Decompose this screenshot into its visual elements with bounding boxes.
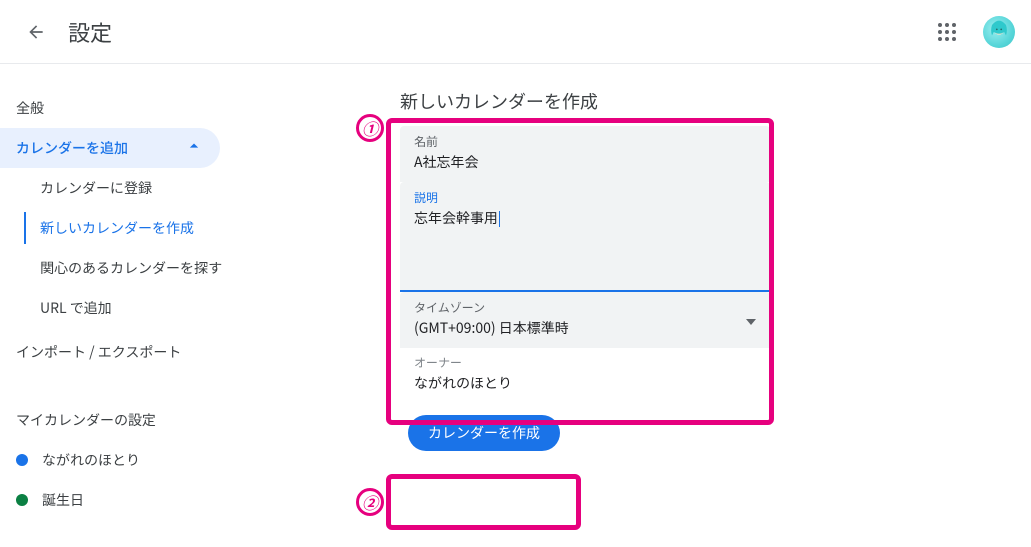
color-dot-icon: [16, 454, 28, 466]
text-caret-icon: [499, 211, 500, 227]
create-calendar-button[interactable]: カレンダーを作成: [408, 415, 560, 451]
page-title: 設定: [68, 16, 112, 48]
sidebar-item-label: カレンダーを追加: [16, 138, 128, 158]
dropdown-caret-icon: [746, 300, 756, 332]
description-label: 説明: [414, 190, 756, 206]
sidebar-item-create-new[interactable]: 新しいカレンダーを作成: [0, 208, 260, 248]
apps-icon: [938, 23, 956, 41]
avatar[interactable]: [983, 16, 1015, 48]
header: 設定: [0, 0, 1031, 64]
name-label: 名前: [414, 134, 756, 150]
avatar-icon: [985, 18, 1013, 46]
body: 全般 カレンダーを追加 カレンダーに登録 新しいカレンダーを作成 関心のあるカレ…: [0, 64, 1031, 547]
form-column: 新しいカレンダーを作成 名前 A社忘年会 説明 忘年会幹事用 タイムゾーン (G…: [400, 88, 770, 451]
timezone-label: タイムゾーン: [414, 300, 746, 316]
sidebar-item-browse[interactable]: 関心のあるカレンダーを探す: [0, 248, 260, 288]
arrow-left-icon: [26, 22, 46, 42]
main: ① ② 新しいカレンダーを作成 名前 A社忘年会 説明 忘年会幹事用 タイムゾー…: [260, 64, 1031, 547]
sidebar-item-import-export[interactable]: インポート / エクスポート: [0, 332, 260, 372]
chevron-up-icon: [184, 136, 204, 161]
owner-block: オーナー ながれのほとり: [400, 354, 770, 393]
sidebar-item-label: 誕生日: [42, 490, 84, 510]
owner-label: オーナー: [414, 354, 770, 371]
description-value: 忘年会幹事用: [414, 208, 756, 228]
description-field[interactable]: 説明 忘年会幹事用: [400, 182, 770, 292]
sidebar-item-add-calendar[interactable]: カレンダーを追加: [0, 128, 220, 168]
owner-value: ながれのほとり: [414, 373, 770, 393]
annotation-badge-1: ①: [356, 114, 384, 142]
sidebar-item-general[interactable]: 全般: [0, 88, 260, 128]
name-field[interactable]: 名前 A社忘年会: [400, 126, 770, 182]
sidebar-item-subscribe[interactable]: カレンダーに登録: [0, 168, 260, 208]
form-heading: 新しいカレンダーを作成: [400, 88, 770, 114]
name-value: A社忘年会: [414, 152, 756, 172]
back-button[interactable]: [16, 12, 56, 52]
color-dot-icon: [16, 494, 28, 506]
timezone-field[interactable]: タイムゾーン (GMT+09:00) 日本標準時: [400, 292, 770, 348]
annotation-highlight-2: [386, 474, 581, 530]
timezone-value: (GMT+09:00) 日本標準時: [414, 318, 746, 338]
sidebar: 全般 カレンダーを追加 カレンダーに登録 新しいカレンダーを作成 関心のあるカレ…: [0, 64, 260, 547]
apps-button[interactable]: [927, 12, 967, 52]
sidebar-calendar-primary[interactable]: ながれのほとり: [0, 440, 260, 480]
header-right: [927, 12, 1015, 52]
sidebar-item-url-add[interactable]: URL で追加: [0, 288, 260, 328]
annotation-badge-2: ②: [356, 488, 384, 516]
sidebar-item-label: ながれのほとり: [42, 450, 140, 470]
sidebar-calendar-birthdays[interactable]: 誕生日: [0, 480, 260, 520]
sidebar-section-my-calendars: マイカレンダーの設定: [0, 400, 260, 440]
